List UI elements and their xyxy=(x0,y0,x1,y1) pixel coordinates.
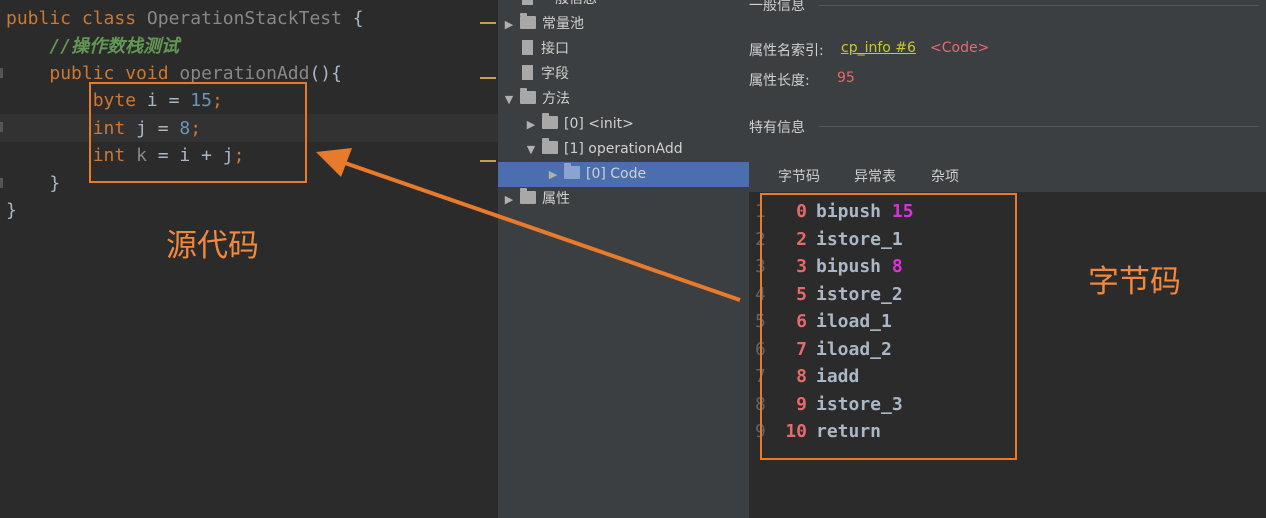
chevron-right-icon[interactable]: ▶ xyxy=(546,162,560,187)
code-token: } xyxy=(6,200,17,221)
fold-marker[interactable] xyxy=(0,68,3,78)
code-token: { xyxy=(352,8,364,29)
tab-exception-table[interactable]: 异常表 xyxy=(854,166,896,186)
specific-info-title: 特有信息 xyxy=(749,120,805,136)
code-token: //操作数栈测试 xyxy=(49,36,180,57)
fold-marker[interactable] xyxy=(0,122,3,132)
tree-item-label: 字段 xyxy=(541,66,569,82)
tree-item-label: 一般信息 xyxy=(541,0,597,7)
code-line[interactable]: //操作数栈测试 xyxy=(6,33,179,60)
file-icon xyxy=(522,0,533,5)
code-token: class xyxy=(81,8,147,29)
tree-item[interactable]: ▶ [0] Code xyxy=(498,162,749,187)
tree-item-label: 接口 xyxy=(541,41,569,57)
folder-icon xyxy=(564,163,580,179)
folder-icon xyxy=(520,88,536,104)
chevron-right-icon[interactable]: ▶ xyxy=(502,187,516,212)
gutter-marker xyxy=(480,22,496,24)
bytecode-highlight-box xyxy=(760,193,1017,460)
folder-icon xyxy=(542,113,558,129)
fold-marker[interactable] xyxy=(0,178,3,188)
attr-length-value: 95 xyxy=(837,70,855,86)
tree-item-label: [0] <init> xyxy=(564,116,634,132)
code-token: public xyxy=(6,8,82,29)
tree-item[interactable]: ▶ 属性 xyxy=(502,187,570,212)
chevron-down-icon[interactable]: ▼ xyxy=(524,137,538,162)
code-line[interactable]: } xyxy=(6,170,60,197)
tree-item-label: [0] Code xyxy=(586,166,647,182)
gutter-marker xyxy=(480,77,496,79)
code-token: OperationStackTest xyxy=(146,8,353,29)
tree-item-label: [1] operationAdd xyxy=(564,141,683,157)
tree-item[interactable]: ▼ 方法 xyxy=(502,87,570,112)
chevron-right-icon[interactable]: ▶ xyxy=(524,112,538,137)
bytecode-annotation: 字节码 xyxy=(1088,264,1181,300)
folder-icon xyxy=(542,138,558,154)
tree-item-label: 属性 xyxy=(542,191,570,207)
code-editor[interactable]: public class OperationStackTest { //操作数栈… xyxy=(0,0,498,518)
source-highlight-box xyxy=(89,82,307,183)
code-token: } xyxy=(6,173,61,194)
chevron-right-icon[interactable]: ▶ xyxy=(502,12,516,37)
tab-misc[interactable]: 杂项 xyxy=(931,166,959,186)
tab-bytecode[interactable]: 字节码 xyxy=(768,166,830,196)
source-code-annotation: 源代码 xyxy=(166,228,259,264)
tree-item-label: 方法 xyxy=(542,91,570,107)
tree-item-label: 常量池 xyxy=(542,16,584,32)
code-line[interactable]: } xyxy=(6,197,17,224)
tree-item[interactable]: ▶ [0] <init> xyxy=(524,112,634,137)
general-info-title: 一般信息 xyxy=(749,0,805,14)
code-token: public xyxy=(49,63,126,84)
tree-item[interactable]: ▶ 常量池 xyxy=(502,12,584,37)
tree-item[interactable]: 一般信息 xyxy=(502,0,597,12)
section-divider xyxy=(819,126,1259,127)
tree-item[interactable]: 字段 xyxy=(502,62,569,87)
attr-length-label: 属性长度: xyxy=(749,73,810,89)
attr-name-index-label: 属性名索引: xyxy=(749,43,824,59)
cp-info-link[interactable]: cp_info #6 xyxy=(841,40,916,56)
file-icon xyxy=(522,65,533,80)
chevron-down-icon[interactable]: ▼ xyxy=(502,87,516,112)
file-icon xyxy=(522,40,533,55)
code-token: void xyxy=(125,63,180,84)
section-divider xyxy=(819,5,1259,6)
attr-name-value: <Code> xyxy=(930,40,990,56)
code-line[interactable]: public class OperationStackTest { xyxy=(6,5,364,32)
tree-item[interactable]: ▼ [1] operationAdd xyxy=(524,137,683,162)
folder-icon xyxy=(520,188,536,204)
code-token: operationAdd xyxy=(179,63,310,84)
gutter-marker xyxy=(480,160,496,162)
tree-item[interactable]: 接口 xyxy=(502,37,569,62)
code-token: (){ xyxy=(309,63,342,84)
folder-icon xyxy=(520,13,536,29)
class-structure-tree[interactable]: 一般信息▶常量池接口字段▼方法▶[0] <init>▼[1] operation… xyxy=(498,0,749,518)
